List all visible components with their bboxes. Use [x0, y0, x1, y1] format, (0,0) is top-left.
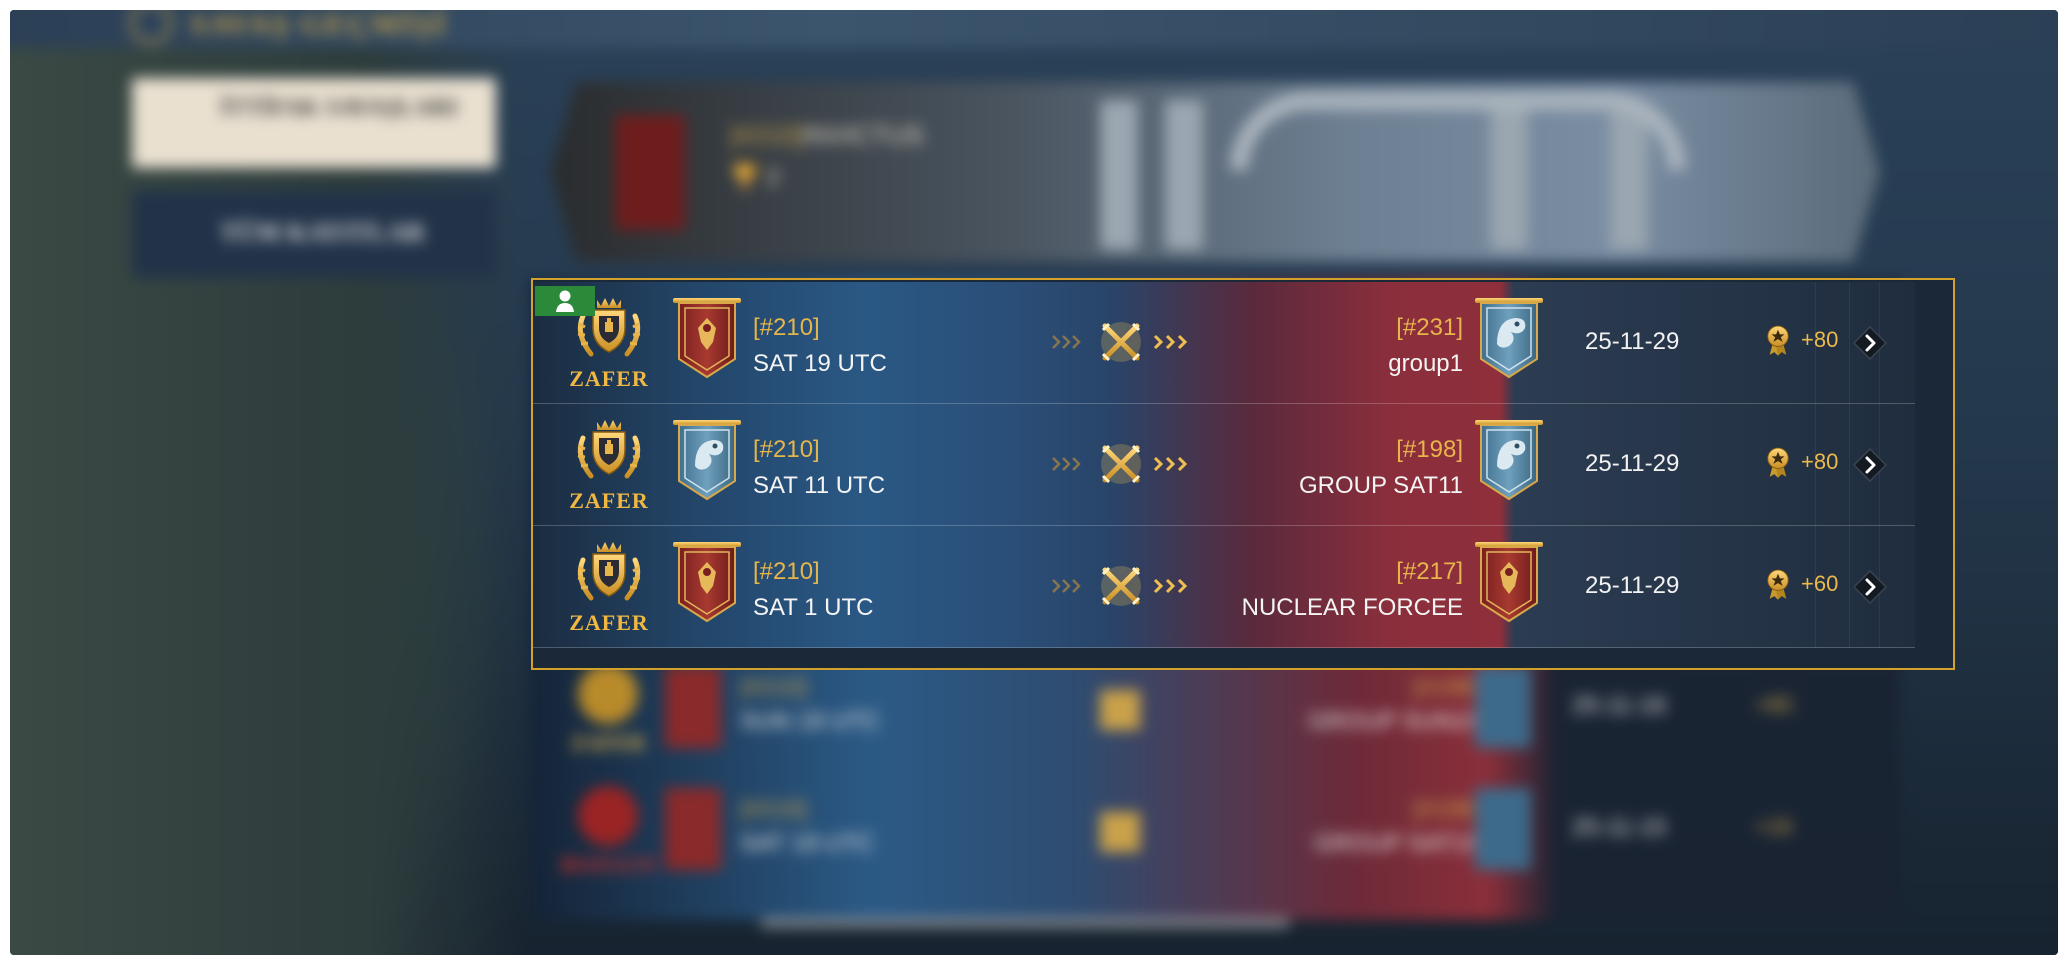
own-alliance-name: SAT 11 UTC	[753, 472, 886, 499]
filter-dropdown[interactable]: TÜM KAYITLAR	[132, 190, 496, 278]
detail-chevron-button[interactable]	[1853, 570, 1887, 604]
opponent-tag: [#198]	[1413, 796, 1480, 823]
red-banner-icon	[665, 788, 721, 870]
battle-row-blurred[interactable]: BOZGUN [#210] SAT 19 UTC [#198] GROUP SA…	[530, 772, 1900, 892]
medal-icon	[1765, 446, 1791, 478]
battle-date: 25-11-15	[1572, 814, 1667, 841]
result-label: ZAFER	[570, 730, 646, 755]
medal-icon	[1765, 568, 1791, 600]
battle-row[interactable]: ZAFER [#210] SAT 19 UTC [#231] group1 25…	[533, 282, 1915, 404]
points-reward: +60	[1765, 568, 1838, 600]
filter-label: TÜM KAYITLAR	[220, 218, 425, 247]
scrollbar[interactable]	[760, 918, 1290, 928]
points-value: +16	[1755, 814, 1793, 839]
result-badge: ZAFER	[567, 538, 651, 636]
red-banner-icon	[671, 540, 743, 624]
red-banner-icon	[665, 666, 721, 748]
own-alliance-tag: [#210]	[753, 314, 820, 341]
grid-line	[1849, 526, 1850, 648]
battle-date: 25-11-29	[1585, 450, 1680, 477]
result-label: ZAFER	[569, 488, 649, 513]
opponent-name: GROUP SAT11	[1298, 472, 1463, 499]
blue-banner-icon	[1473, 296, 1545, 380]
opponent-tag: [#231]	[1396, 314, 1463, 341]
battle-row[interactable]: ZAFER [#210] SAT 1 UTC [#217] NUCLEAR FO…	[533, 526, 1915, 648]
own-tag: [#210]	[740, 674, 807, 701]
own-name: SAT 19 UTC	[740, 830, 874, 857]
alliance-tag: [#210]	[730, 120, 803, 150]
battle-date: 25-11-29	[1585, 572, 1680, 599]
opponent-tag: [#198]	[1396, 436, 1463, 463]
battle-date: 25-11-29	[1585, 328, 1680, 355]
trophy-count-value: 2	[766, 164, 780, 191]
highlighted-battle-list: ZAFER [#210] SAT 19 UTC [#231] group1 25…	[531, 278, 1955, 670]
own-alliance-name: SAT 1 UTC	[753, 594, 874, 621]
battle-row[interactable]: ZAFER [#210] SAT 11 UTC [#198] GROUP SAT…	[533, 404, 1915, 526]
own-alliance-tag: [#210]	[753, 558, 820, 585]
page-title: SAVAŞ GEÇMİŞİ	[190, 10, 448, 41]
vs-icon	[1100, 690, 1140, 730]
opponent-name: NUCLEAR FORCEE	[1241, 594, 1463, 621]
result-label: ZAFER	[569, 366, 649, 391]
grid-line	[1849, 282, 1850, 404]
points-reward: +80	[1765, 324, 1838, 356]
own-name: SUN 19 UTC	[740, 708, 881, 735]
defeat-emblem-icon	[578, 786, 638, 846]
pillar-decoration	[1165, 100, 1203, 250]
blue-banner-icon	[1473, 418, 1545, 502]
result-label: BOZGUN	[560, 852, 656, 877]
player-badge	[535, 286, 595, 316]
header-bar: SAVAŞ GEÇMİŞİ	[10, 10, 2058, 48]
blue-banner-icon	[1475, 788, 1531, 870]
person-icon	[556, 290, 574, 312]
blue-banner-icon	[671, 418, 743, 502]
opponent-tag: [#217]	[1396, 558, 1463, 585]
result-badge: ZAFER	[567, 416, 651, 514]
red-banner-icon	[1473, 540, 1545, 624]
detail-chevron-button[interactable]	[1853, 448, 1887, 482]
crossed-swords-icon	[1051, 562, 1189, 610]
history-icon	[130, 10, 172, 44]
own-alliance-name: SAT 19 UTC	[753, 350, 887, 377]
points-reward: +80	[1765, 446, 1838, 478]
result-badge: ZAFER	[558, 664, 658, 756]
grid-line	[1849, 404, 1850, 526]
blue-banner-icon	[1475, 666, 1531, 748]
own-tag: [#210]	[740, 796, 807, 823]
opponent-name: GROUP SUN19	[1308, 708, 1480, 735]
victory-emblem-icon	[578, 664, 638, 724]
points-value: +60	[1801, 571, 1839, 596]
alliance-flag-icon	[615, 115, 685, 230]
points-value: +80	[1801, 449, 1839, 474]
vs-icon	[1100, 812, 1140, 852]
alliance-name-text: INVICTUS	[802, 120, 924, 150]
crossed-swords-icon	[1051, 318, 1189, 366]
arch-decoration	[1230, 92, 1686, 170]
result-label: ZAFER	[569, 610, 649, 635]
result-badge: BOZGUN	[558, 786, 658, 878]
victory-emblem-icon	[569, 538, 649, 608]
alliance-name: [#210]INVICTUS 🏆 2	[730, 120, 924, 192]
trophy-count: 🏆 2	[730, 164, 780, 191]
victory-emblem-icon	[569, 416, 649, 486]
medal-icon	[1765, 324, 1791, 356]
red-banner-icon	[671, 296, 743, 380]
opponent-name: group1	[1388, 350, 1463, 377]
own-alliance-tag: [#210]	[753, 436, 820, 463]
crossed-swords-icon	[1051, 440, 1189, 488]
pillar-decoration	[1100, 100, 1138, 250]
opponent-tag: [#198]	[1413, 674, 1480, 701]
points-value: +80	[1755, 692, 1793, 717]
alliance-wars-tab[interactable]: İTTİFAK SAVAŞLARI	[132, 78, 496, 168]
battle-date: 25-11-16	[1572, 692, 1667, 719]
detail-chevron-button[interactable]	[1853, 326, 1887, 360]
alliance-wars-label: İTTİFAK SAVAŞLARI	[220, 95, 459, 121]
opponent-name: GROUP SAT19	[1314, 830, 1480, 857]
points-value: +80	[1801, 327, 1839, 352]
